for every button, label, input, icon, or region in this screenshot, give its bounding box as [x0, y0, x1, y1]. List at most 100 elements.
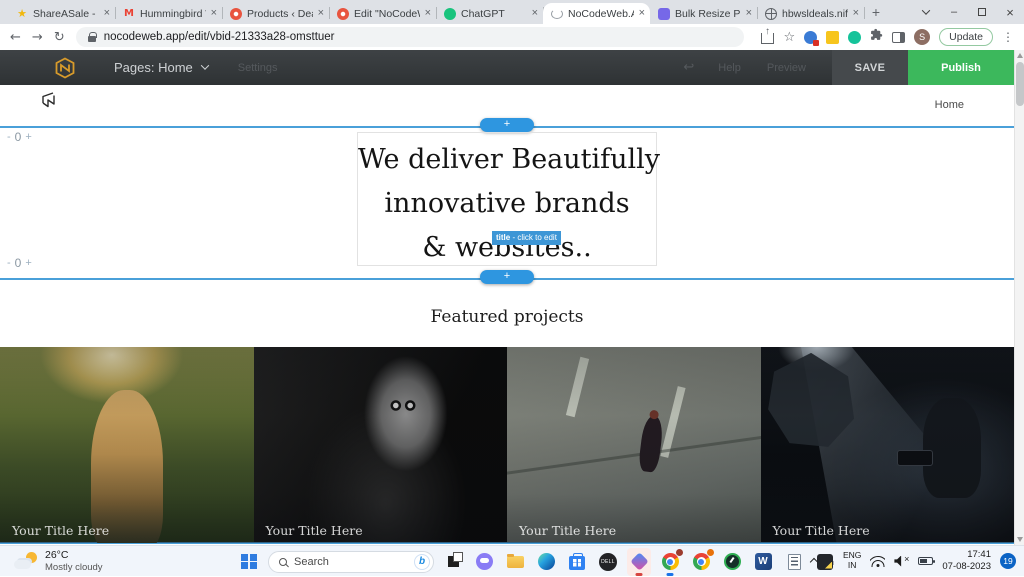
hero-heading-block[interactable]: We deliver Beautifully innovative brands… — [357, 132, 657, 266]
tab-hummingbird[interactable]: Hummingbird W — [115, 3, 222, 24]
window-maximize-button[interactable] — [968, 0, 996, 24]
new-tab-button[interactable] — [864, 4, 888, 20]
notepad-button[interactable] — [782, 548, 806, 576]
window-close-button[interactable] — [996, 0, 1024, 24]
browser-address-bar: ← → ↻ nocodeweb.app/edit/vbid-21333a28-o… — [0, 24, 1024, 50]
url-text[interactable]: nocodeweb.app/edit/vbid-21333a28-omsttue… — [104, 31, 335, 43]
page-scrollbar[interactable] — [1014, 50, 1024, 545]
weather-condition: Mostly cloudy — [45, 562, 103, 573]
taskbar-center: Search DELL W — [237, 546, 837, 577]
save-button[interactable]: SAVE — [832, 50, 908, 85]
tab-close-icon[interactable] — [318, 8, 324, 19]
padding-plus-button[interactable]: + — [25, 257, 31, 269]
tab-label: Products ‹ DealF — [247, 8, 313, 20]
url-bar[interactable]: nocodeweb.app/edit/vbid-21333a28-omsttue… — [76, 27, 744, 47]
padding-control-bottom[interactable]: - 0 + — [7, 256, 32, 270]
task-view-button[interactable] — [441, 548, 465, 576]
taskbar-search[interactable]: Search — [268, 551, 434, 573]
dell-app-button[interactable]: DELL — [596, 548, 620, 576]
card-title[interactable]: Your Title Here — [519, 523, 616, 538]
pages-dropdown[interactable]: Pages: Home — [114, 60, 208, 75]
window-minimize-button[interactable] — [940, 0, 968, 24]
add-block-button[interactable]: + — [480, 118, 534, 132]
chrome-button[interactable] — [658, 548, 682, 576]
forward-icon[interactable]: → — [32, 30, 43, 45]
refresh-icon[interactable]: ↻ — [54, 30, 65, 45]
tab-nocodeweb-active[interactable]: NoCodeWeb.App — [543, 3, 650, 24]
microsoft-store-button[interactable] — [565, 548, 589, 576]
preview-button[interactable]: Preview — [767, 62, 806, 74]
tab-label: Hummingbird W — [140, 8, 206, 20]
scroll-up-arrow-icon[interactable] — [1017, 53, 1023, 58]
project-card-field[interactable]: Your Title Here — [0, 347, 254, 543]
word-button[interactable]: W — [751, 548, 775, 576]
project-card-portrait[interactable]: Your Title Here — [254, 347, 508, 543]
tab-shareasale[interactable]: ShareASale - Rec — [8, 3, 115, 24]
padding-control-top[interactable]: - 0 + — [7, 130, 32, 144]
card-title[interactable]: Your Title Here — [266, 523, 363, 538]
card-dark-overlay — [254, 347, 508, 543]
site-nav-home[interactable]: Home — [935, 99, 964, 111]
undo-icon[interactable] — [683, 60, 694, 75]
extensions-puzzle-icon[interactable] — [870, 28, 883, 46]
profile-avatar[interactable]: S — [914, 29, 930, 45]
menu-dots-icon[interactable] — [1002, 30, 1014, 44]
site-logo-icon[interactable] — [38, 91, 62, 116]
update-button[interactable]: Update — [939, 28, 993, 46]
edge-button[interactable] — [534, 548, 558, 576]
clock-widget[interactable]: 17:41 07-08-2023 — [942, 549, 991, 574]
back-icon[interactable]: ← — [10, 30, 21, 45]
language-indicator[interactable]: ENG IN — [843, 551, 861, 571]
scrollbar-thumb[interactable] — [1016, 62, 1024, 106]
settings-button[interactable]: Settings — [238, 62, 278, 74]
lock-icon[interactable] — [88, 36, 96, 42]
tab-close-icon[interactable] — [639, 8, 645, 19]
tab-close-icon[interactable] — [104, 8, 110, 19]
project-card-studio[interactable]: Your Title Here — [761, 347, 1015, 543]
tab-close-icon[interactable] — [532, 8, 538, 19]
clock-app-button[interactable] — [720, 548, 744, 576]
tab-hbwsldeals[interactable]: hbwsldeals.nifty. — [757, 3, 864, 24]
tab-label: hbwsldeals.nifty. — [782, 8, 848, 20]
star-favicon-icon — [16, 8, 28, 20]
publish-button[interactable]: Publish — [908, 50, 1014, 85]
tab-close-icon[interactable] — [211, 8, 217, 19]
help-button[interactable]: Help — [718, 62, 741, 74]
volume-muted-icon[interactable] — [894, 556, 909, 567]
project-card-street[interactable]: Your Title Here — [507, 347, 761, 543]
file-explorer-button[interactable] — [503, 548, 527, 576]
battery-icon[interactable] — [918, 557, 933, 565]
share-icon[interactable] — [761, 33, 774, 44]
tab-search-icon[interactable] — [912, 0, 940, 24]
tab-close-icon[interactable] — [425, 8, 431, 19]
wifi-icon[interactable] — [870, 556, 885, 567]
chrome-profile2-button[interactable] — [689, 548, 713, 576]
tab-chatgpt[interactable]: ChatGPT — [436, 3, 543, 24]
bookmark-star-icon[interactable] — [783, 30, 795, 45]
chat-button[interactable] — [472, 548, 496, 576]
card-title[interactable]: Your Title Here — [12, 523, 109, 538]
padding-plus-button[interactable]: + — [25, 131, 31, 143]
tray-date: 07-08-2023 — [942, 561, 991, 573]
tab-close-icon[interactable] — [746, 8, 752, 19]
card-title[interactable]: Your Title Here — [773, 523, 870, 538]
title-edit-tooltip[interactable]: title - click to edit — [492, 231, 561, 245]
featured-projects-heading[interactable]: Featured projects — [0, 307, 1014, 327]
scroll-down-arrow-icon[interactable] — [1017, 537, 1023, 542]
tab-products[interactable]: Products ‹ DealF — [222, 3, 329, 24]
extension-blue-icon[interactable] — [804, 31, 817, 44]
add-block-button[interactable]: + — [480, 270, 534, 284]
card-dark-overlay — [761, 347, 1015, 543]
tab-bulk-resize[interactable]: Bulk Resize Phot — [650, 3, 757, 24]
weather-widget[interactable]: 26°C Mostly cloudy — [14, 549, 103, 573]
padding-minus-button[interactable]: - — [7, 131, 11, 143]
padding-minus-button[interactable]: - — [7, 257, 11, 269]
tab-close-icon[interactable] — [853, 8, 859, 19]
snipping-tool-button[interactable] — [627, 548, 651, 576]
tab-edit-nocodeweb[interactable]: Edit "NoCodeWe — [329, 3, 436, 24]
extension-grammarly-icon[interactable] — [848, 31, 861, 44]
side-panel-icon[interactable] — [892, 32, 905, 43]
notification-count-badge[interactable]: 19 — [1000, 553, 1016, 569]
extension-yellow-icon[interactable] — [826, 31, 839, 44]
start-button[interactable] — [237, 548, 261, 576]
